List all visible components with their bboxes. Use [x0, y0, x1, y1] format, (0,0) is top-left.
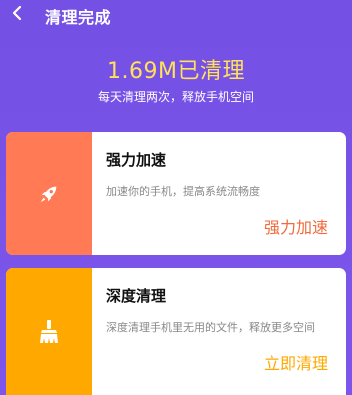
- deep-clean-card[interactable]: 深度清理 深度清理手机里无用的文件，释放更多空间 立即清理: [6, 268, 346, 395]
- cleaned-amount: 1.69M已清理: [107, 59, 245, 84]
- app-header: 清理完成: [0, 0, 352, 30]
- back-arrow-icon[interactable]: [10, 5, 26, 21]
- boost-card-icon-panel: [6, 132, 92, 255]
- boost-card-title: 强力加速: [106, 151, 167, 169]
- broom-icon: [40, 319, 58, 343]
- deep-clean-action-button[interactable]: 立即清理: [264, 350, 328, 374]
- boost-card-description: 加速你的手机，提高系统流畅度: [106, 185, 260, 198]
- rocket-icon: [40, 186, 57, 202]
- boost-card[interactable]: 强力加速 加速你的手机，提高系统流畅度 强力加速: [6, 132, 346, 255]
- deep-clean-card-icon-panel: [6, 268, 92, 395]
- boost-action-button[interactable]: 强力加速: [264, 214, 328, 238]
- cleaned-subtitle: 每天清理两次，释放手机空间: [97, 90, 254, 104]
- page-title: 清理完成: [45, 8, 112, 27]
- deep-clean-card-description: 深度清理手机里无用的文件，释放更多空间: [106, 321, 315, 334]
- deep-clean-card-title: 深度清理: [106, 287, 167, 305]
